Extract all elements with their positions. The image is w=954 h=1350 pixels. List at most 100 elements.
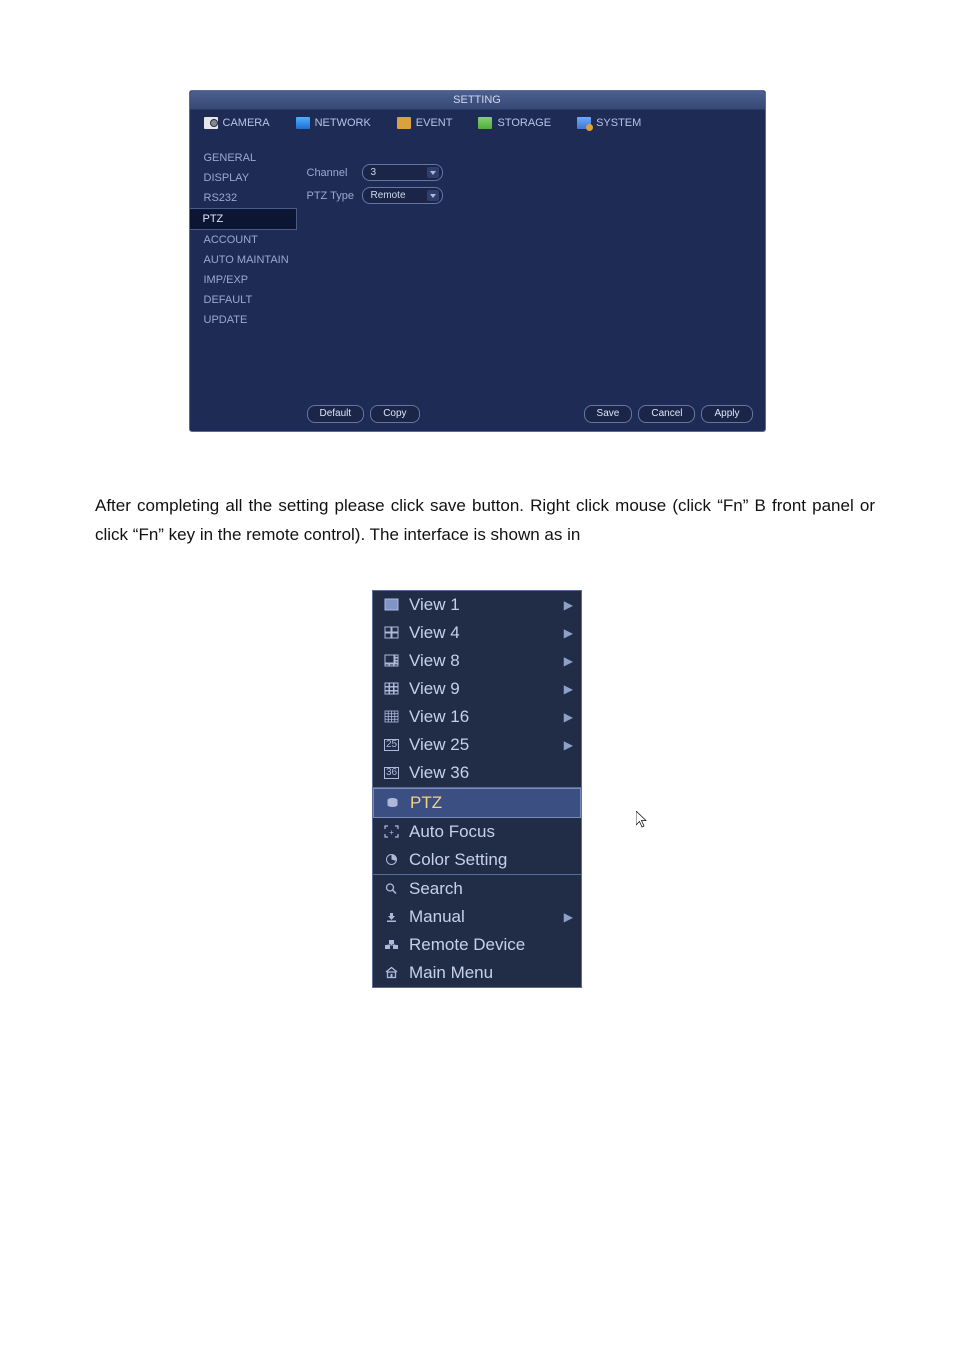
sidebar-item-update[interactable]: UPDATE xyxy=(190,310,297,330)
chevron-right-icon: ▶ xyxy=(564,710,573,724)
cm-item-view-4[interactable]: View 4 ▶ xyxy=(373,619,581,647)
cm-section-camera: PTZ + Auto Focus Color Setting xyxy=(373,787,581,874)
sidebar-item-ptz[interactable]: PTZ xyxy=(190,208,297,230)
cm-section-system: Search Manual ▶ Remote Device Main Menu xyxy=(373,874,581,987)
content-panel: Channel 3 PTZ Type Remote Default Copy S… xyxy=(297,136,765,431)
copy-button[interactable]: Copy xyxy=(370,405,419,423)
tab-storage[interactable]: STORAGE xyxy=(464,110,563,136)
cm-label: View 4 xyxy=(409,623,555,643)
sidebar-item-general[interactable]: GENERAL xyxy=(190,148,297,168)
tab-network[interactable]: NETWORK xyxy=(282,110,383,136)
tab-label: STORAGE xyxy=(497,117,551,129)
storage-icon xyxy=(478,117,492,129)
tab-label: SYSTEM xyxy=(596,117,641,129)
sidebar-item-impexp[interactable]: IMP/EXP xyxy=(190,270,297,290)
window-body: GENERAL DISPLAY RS232 PTZ ACCOUNT AUTO M… xyxy=(190,136,765,431)
chevron-down-icon xyxy=(427,167,439,178)
cm-label: View 9 xyxy=(409,679,555,699)
default-button[interactable]: Default xyxy=(307,405,365,423)
cm-item-view-1[interactable]: View 1 ▶ xyxy=(373,591,581,619)
system-icon xyxy=(577,117,591,129)
ptz-icon xyxy=(384,795,401,810)
body-text: After completing all the setting please … xyxy=(95,492,875,550)
cm-item-view-36[interactable]: 36 View 36 xyxy=(373,759,581,787)
context-menu: View 1 ▶ View 4 ▶ View 8 ▶ View 9 ▶ View 16 ▶ 25 Vi… xyxy=(372,590,582,988)
chevron-right-icon: ▶ xyxy=(564,910,573,924)
color-icon xyxy=(383,852,400,867)
cm-label: View 1 xyxy=(409,595,555,615)
save-button[interactable]: Save xyxy=(584,405,633,423)
cm-item-view-8[interactable]: View 8 ▶ xyxy=(373,647,581,675)
cm-label: Color Setting xyxy=(409,850,573,870)
form-row-ptztype: PTZ Type Remote xyxy=(307,187,753,204)
sidebar: GENERAL DISPLAY RS232 PTZ ACCOUNT AUTO M… xyxy=(190,136,297,431)
sidebar-item-rs232[interactable]: RS232 xyxy=(190,188,297,208)
svg-text:+: + xyxy=(389,828,394,837)
cm-item-view-9[interactable]: View 9 ▶ xyxy=(373,675,581,703)
cm-label: View 25 xyxy=(409,735,555,755)
cm-label: PTZ xyxy=(410,793,563,813)
chevron-right-icon: ▶ xyxy=(564,626,573,640)
event-icon xyxy=(397,117,411,129)
tab-camera[interactable]: CAMERA xyxy=(190,110,282,136)
tab-label: NETWORK xyxy=(315,117,371,129)
cm-item-auto-focus[interactable]: + Auto Focus xyxy=(373,818,581,846)
ptztype-dropdown[interactable]: Remote xyxy=(362,187,443,204)
home-icon xyxy=(383,965,400,980)
view8-icon xyxy=(383,653,400,668)
remote-device-icon xyxy=(383,937,400,952)
cm-label: Manual xyxy=(409,907,555,927)
search-icon xyxy=(383,881,400,896)
cm-label: View 36 xyxy=(409,763,573,783)
cm-item-view-25[interactable]: 25 View 25 ▶ xyxy=(373,731,581,759)
ptztype-value: Remote xyxy=(371,190,406,201)
button-row: Default Copy Save Cancel Apply xyxy=(307,405,753,423)
setting-window: SETTING CAMERA NETWORK EVENT STORAGE SYS… xyxy=(189,90,766,432)
view25-icon: 25 xyxy=(383,737,400,752)
view9-icon xyxy=(383,681,400,696)
chevron-right-icon: ▶ xyxy=(564,654,573,668)
chevron-down-icon xyxy=(427,190,439,201)
cm-label: Auto Focus xyxy=(409,822,573,842)
tab-label: CAMERA xyxy=(223,117,270,129)
tab-system[interactable]: SYSTEM xyxy=(563,110,764,136)
chevron-right-icon: ▶ xyxy=(564,682,573,696)
network-icon xyxy=(296,117,310,129)
tab-label: EVENT xyxy=(416,117,453,129)
sidebar-item-display[interactable]: DISPLAY xyxy=(190,168,297,188)
tab-event[interactable]: EVENT xyxy=(383,110,465,136)
sidebar-item-automaintain[interactable]: AUTO MAINTAIN xyxy=(190,250,297,270)
cm-item-remote-device[interactable]: Remote Device xyxy=(373,931,581,959)
autofocus-icon: + xyxy=(383,824,400,839)
manual-icon xyxy=(383,909,400,924)
cm-item-manual[interactable]: Manual ▶ xyxy=(373,903,581,931)
cm-item-ptz[interactable]: PTZ xyxy=(373,788,581,818)
cancel-button[interactable]: Cancel xyxy=(638,405,695,423)
cm-label: Remote Device xyxy=(409,935,573,955)
channel-value: 3 xyxy=(371,167,377,178)
cm-item-color-setting[interactable]: Color Setting xyxy=(373,846,581,874)
sidebar-item-account[interactable]: ACCOUNT xyxy=(190,230,297,250)
sidebar-item-default[interactable]: DEFAULT xyxy=(190,290,297,310)
view4-icon xyxy=(383,625,400,640)
channel-label: Channel xyxy=(307,167,362,179)
view16-icon xyxy=(383,709,400,724)
cm-label: View 16 xyxy=(409,707,555,727)
chevron-right-icon: ▶ xyxy=(564,738,573,752)
cm-item-main-menu[interactable]: Main Menu xyxy=(373,959,581,987)
cm-item-search[interactable]: Search xyxy=(373,875,581,903)
cm-label: Main Menu xyxy=(409,963,573,983)
cm-label: View 8 xyxy=(409,651,555,671)
camera-icon xyxy=(204,117,218,129)
channel-dropdown[interactable]: 3 xyxy=(362,164,443,181)
chevron-right-icon: ▶ xyxy=(564,598,573,612)
cm-item-view-16[interactable]: View 16 ▶ xyxy=(373,703,581,731)
cm-label: Search xyxy=(409,879,573,899)
tabbar: CAMERA NETWORK EVENT STORAGE SYSTEM xyxy=(190,110,765,136)
window-title: SETTING xyxy=(190,91,765,110)
view1-icon xyxy=(383,597,400,612)
spacer xyxy=(426,405,578,423)
view36-icon: 36 xyxy=(383,765,400,780)
ptztype-label: PTZ Type xyxy=(307,190,362,202)
apply-button[interactable]: Apply xyxy=(701,405,752,423)
